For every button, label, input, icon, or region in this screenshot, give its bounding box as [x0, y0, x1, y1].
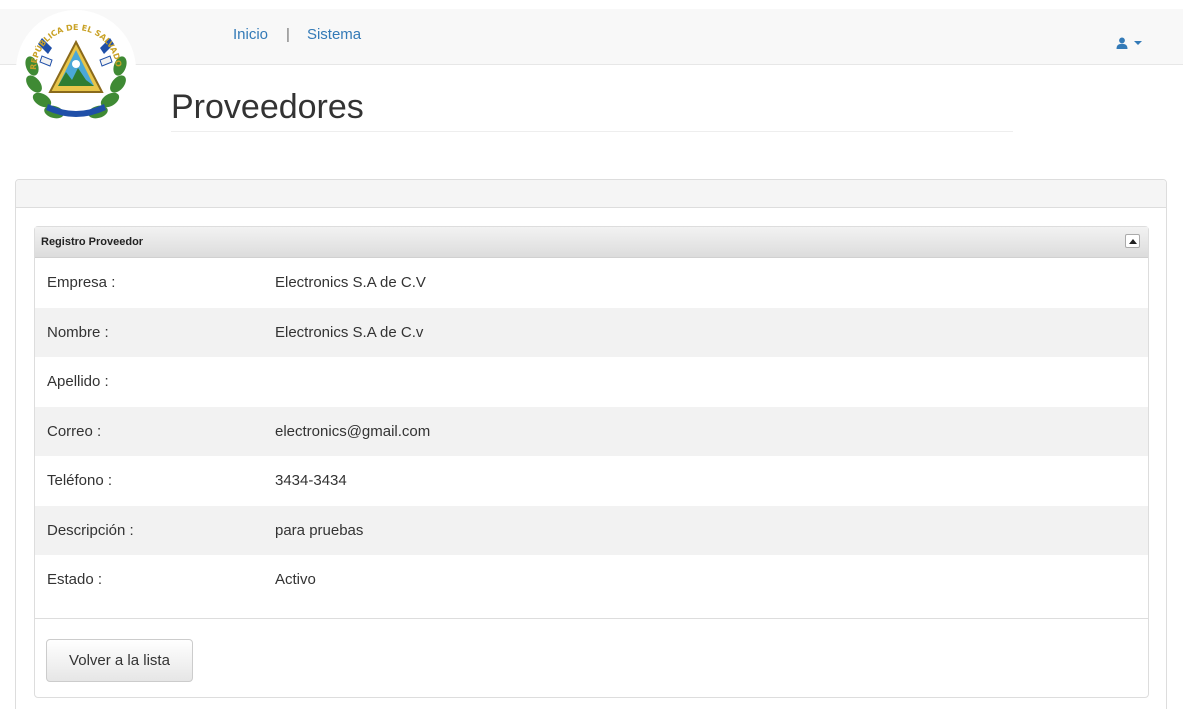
top-navbar: Inicio | Sistema [0, 9, 1183, 65]
outer-panel-heading [16, 180, 1166, 208]
nav-link-inicio[interactable]: Inicio [233, 26, 268, 43]
detail-row-correo: Correo : electronics@gmail.com [35, 406, 1148, 456]
user-menu-dropdown[interactable] [1116, 33, 1156, 53]
detail-value: 3434-3434 [275, 472, 347, 490]
triangle-up-icon [1128, 238, 1137, 244]
chevron-down-icon [1134, 41, 1142, 45]
detail-value: Activo [275, 571, 316, 589]
detail-row-empresa: Empresa : Electronics S.A de C.V [35, 258, 1148, 308]
detail-value: para pruebas [275, 521, 364, 539]
panel-footer: Volver a la lista [35, 618, 1148, 698]
provider-detail-panel: Registro Proveedor Empresa : Electronics… [34, 226, 1149, 698]
page: Inicio | Sistema REPÚBLICA DE EL SALVADO… [0, 0, 1183, 709]
detail-row-estado: Estado : Activo [35, 555, 1148, 605]
collapse-button[interactable] [1125, 234, 1140, 248]
user-icon [1116, 37, 1128, 49]
nav-link-sistema[interactable]: Sistema [307, 26, 361, 43]
detail-label: Correo : [47, 422, 102, 440]
back-to-list-button[interactable]: Volver a la lista [46, 639, 193, 682]
detail-value: electronics@gmail.com [275, 422, 431, 440]
detail-row-nombre: Nombre : Electronics S.A de C.v [35, 307, 1148, 357]
detail-label: Empresa : [47, 274, 116, 292]
detail-label: Nombre : [47, 323, 109, 341]
detail-value: Electronics S.A de C.V [275, 274, 426, 292]
panel-heading: Registro Proveedor [35, 227, 1148, 258]
detail-label: Descripción : [47, 521, 134, 539]
nav-separator: | [286, 26, 290, 43]
detail-row-apellido: Apellido : [35, 357, 1148, 407]
detail-label: Apellido : [47, 373, 109, 391]
detail-value: Electronics S.A de C.v [275, 323, 424, 341]
panel-title: Registro Proveedor [41, 236, 144, 248]
coat-of-arms-logo: REPÚBLICA DE EL SALVADOR EN LA AMÉRICA C… [14, 8, 136, 130]
detail-label: Estado : [47, 571, 103, 589]
detail-row-descripcion: Descripción : para pruebas [35, 505, 1148, 555]
nav-links: Inicio | Sistema [233, 26, 361, 43]
detail-label: Teléfono : [47, 472, 113, 490]
outer-panel: Registro Proveedor Empresa : Electronics… [15, 179, 1167, 709]
page-title: Proveedores [171, 84, 1013, 132]
detail-row-telefono: Teléfono : 3434-3434 [35, 456, 1148, 506]
